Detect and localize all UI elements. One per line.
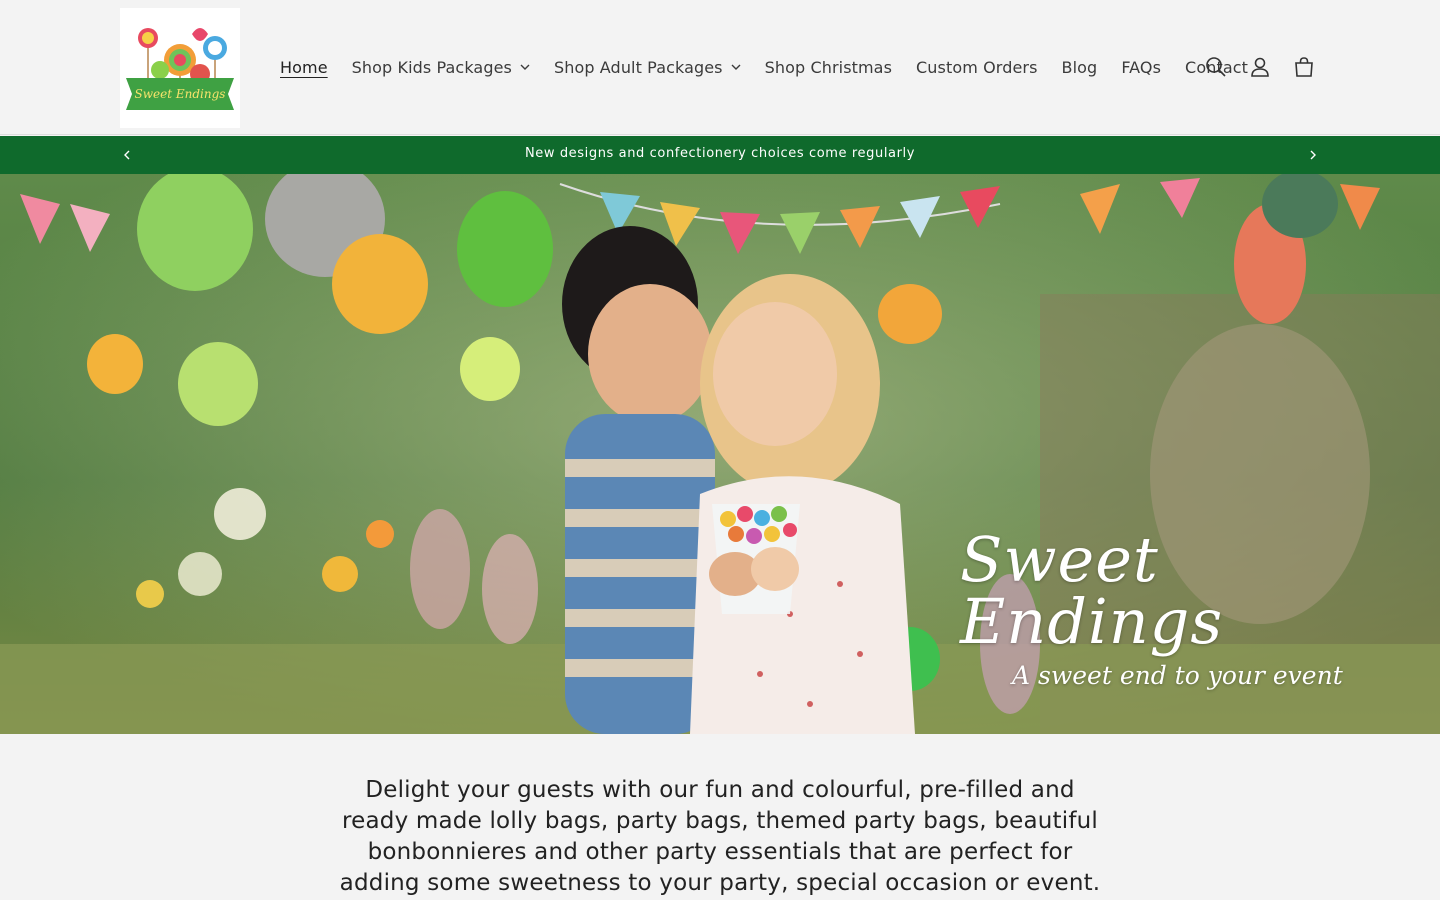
hero-brand: Sweet Endings A sweet end to your event xyxy=(960,523,1390,691)
cart-icon xyxy=(1295,57,1313,77)
search-icon xyxy=(1206,57,1226,77)
site-header: Sweet Endings Home Shop Kids Packages Sh… xyxy=(0,0,1440,135)
nav-shop-adult-packages[interactable]: Shop Adult Packages xyxy=(542,58,753,77)
site-logo[interactable]: Sweet Endings xyxy=(120,8,240,128)
chevron-down-icon xyxy=(731,64,741,70)
nav-shop-christmas-label: Shop Christmas xyxy=(764,57,893,77)
cart-button[interactable] xyxy=(1282,47,1326,87)
nav-shop-christmas[interactable]: Shop Christmas xyxy=(753,58,904,77)
nav-custom-orders[interactable]: Custom Orders xyxy=(904,58,1050,77)
nav-blog[interactable]: Blog xyxy=(1050,58,1110,77)
nav-home-label: Home xyxy=(280,57,328,77)
nav-home[interactable]: Home xyxy=(268,58,340,77)
nav-custom-orders-label: Custom Orders xyxy=(916,57,1038,77)
logo-text: Sweet Endings xyxy=(135,87,226,101)
announcement-bar: New designs and confectionery choices co… xyxy=(0,136,1440,174)
chevron-right-icon xyxy=(1310,150,1316,160)
chevron-down-icon xyxy=(520,64,530,70)
nav-faqs-label: FAQs xyxy=(1121,57,1162,77)
hero-brand-name: Sweet Endings xyxy=(960,523,1224,658)
main-nav: Home Shop Kids Packages Shop Adult Packa… xyxy=(268,52,1260,82)
header-icons xyxy=(1194,47,1326,87)
nav-shop-kids-packages[interactable]: Shop Kids Packages xyxy=(340,58,542,77)
announcement-next-button[interactable] xyxy=(1303,145,1323,165)
hero-banner: Sweet Endings A sweet end to your event xyxy=(0,174,1440,734)
hero-tagline: A sweet end to your event xyxy=(1012,661,1343,690)
nav-shop-kids-label: Shop Kids Packages xyxy=(351,57,512,77)
nav-blog-label: Blog xyxy=(1061,57,1098,77)
logo-image: Sweet Endings xyxy=(120,8,240,128)
account-button[interactable] xyxy=(1238,47,1282,87)
nav-faqs[interactable]: FAQs xyxy=(1109,58,1173,77)
search-button[interactable] xyxy=(1194,47,1238,87)
account-icon xyxy=(1251,57,1269,77)
intro-text: Delight your guests with our fun and col… xyxy=(339,777,1101,896)
nav-shop-adult-label: Shop Adult Packages xyxy=(553,57,723,77)
announcement-text: New designs and confectionery choices co… xyxy=(524,146,916,161)
